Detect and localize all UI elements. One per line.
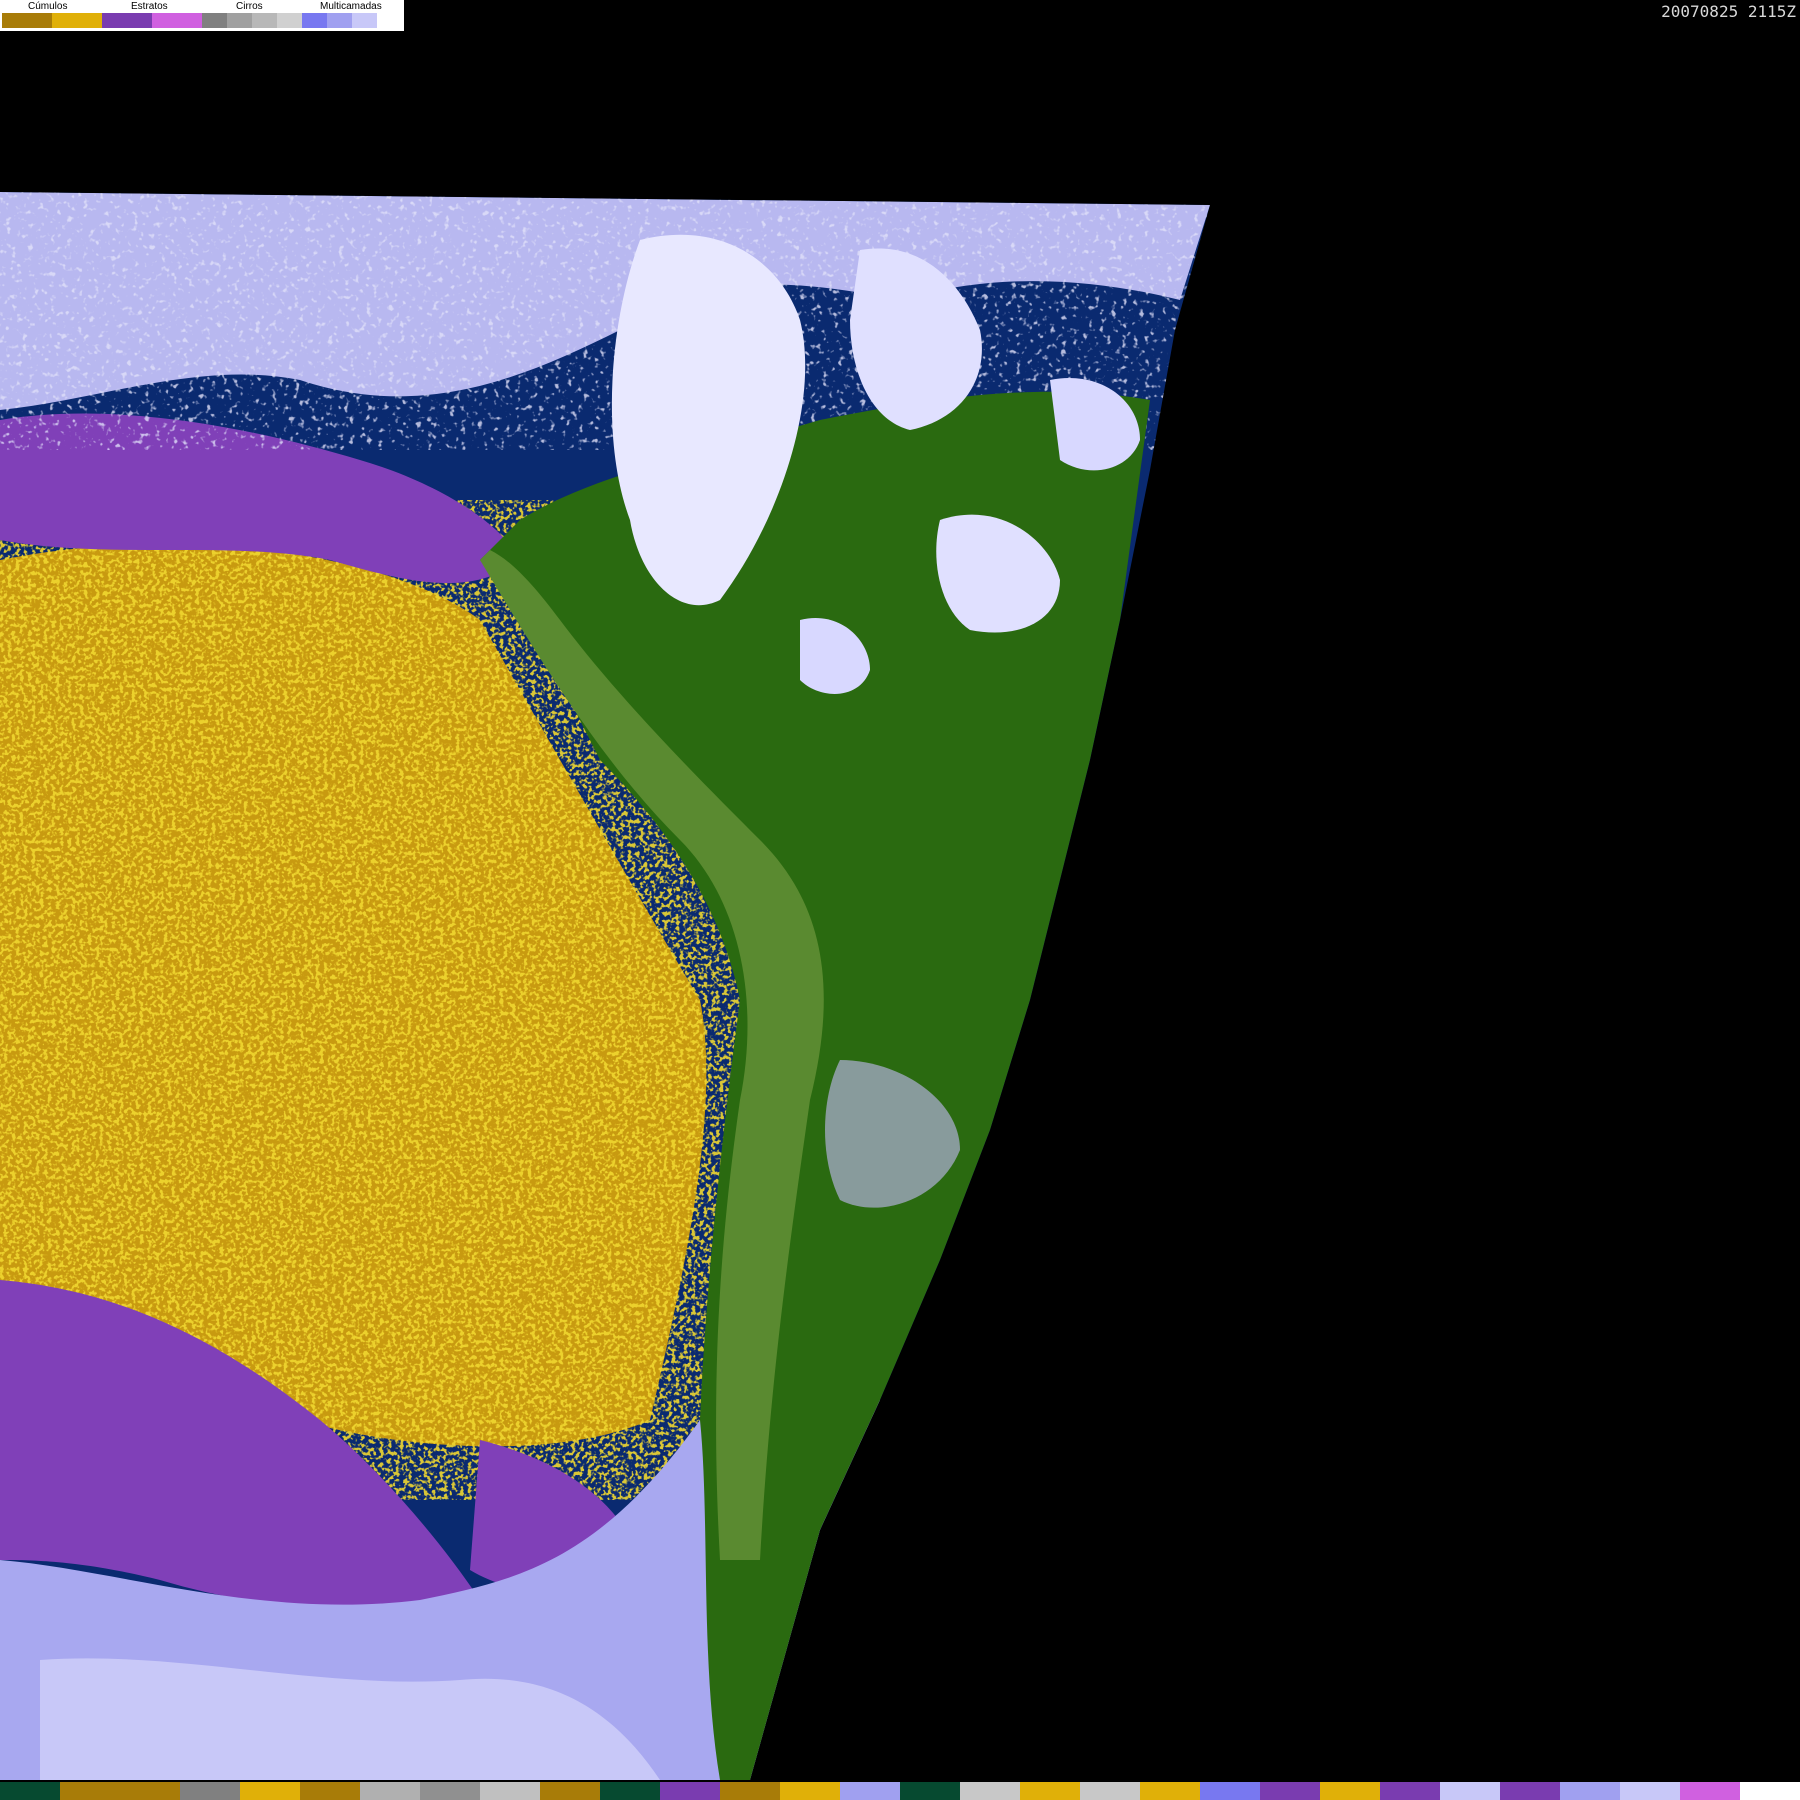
bottom-bar-swatch xyxy=(1440,1782,1500,1800)
legend-swatch xyxy=(202,13,227,28)
legend-swatch xyxy=(277,13,302,28)
cloud-type-legend: Cúmulos Estratos Cirros Multicamadas xyxy=(0,0,404,31)
bottom-bar-swatch xyxy=(1500,1782,1560,1800)
bottom-bar-swatch xyxy=(1380,1782,1440,1800)
bottom-bar-swatch xyxy=(960,1782,1020,1800)
bottom-bar-swatch xyxy=(720,1782,780,1800)
legend-swatch xyxy=(352,13,377,28)
legend-swatch xyxy=(177,13,202,28)
bottom-bar-swatch xyxy=(780,1782,840,1800)
bottom-bar-swatch xyxy=(1560,1782,1620,1800)
legend-swatch xyxy=(152,13,177,28)
legend-label-multicamadas: Multicamadas xyxy=(320,1,382,12)
bottom-bar-swatch xyxy=(840,1782,900,1800)
legend-swatch xyxy=(2,13,27,28)
legend-label-estratos: Estratos xyxy=(131,1,168,12)
image-timestamp: 20070825 2115Z xyxy=(1661,2,1796,21)
bottom-bar-swatch xyxy=(540,1782,600,1800)
bottom-bar-swatch xyxy=(1680,1782,1740,1800)
bottom-bar-swatch xyxy=(1140,1782,1200,1800)
bottom-bar-swatch xyxy=(120,1782,180,1800)
bottom-bar-swatch xyxy=(1320,1782,1380,1800)
legend-swatch xyxy=(77,13,102,28)
bottom-bar-swatch xyxy=(900,1782,960,1800)
legend-swatch xyxy=(52,13,77,28)
legend-swatch xyxy=(127,13,152,28)
bottom-bar-swatch xyxy=(480,1782,540,1800)
bottom-bar-swatch xyxy=(1200,1782,1260,1800)
bottom-bar-swatch xyxy=(1260,1782,1320,1800)
legend-swatch xyxy=(302,13,327,28)
bottom-bar-swatch xyxy=(1620,1782,1680,1800)
bottom-bar-swatch xyxy=(0,1782,60,1800)
bottom-bar-swatch xyxy=(240,1782,300,1800)
bottom-bar-swatch xyxy=(180,1782,240,1800)
legend-swatch xyxy=(252,13,277,28)
legend-swatch xyxy=(327,13,352,28)
legend-swatches xyxy=(2,13,402,28)
legend-swatch xyxy=(27,13,52,28)
legend-swatch xyxy=(377,13,402,28)
bottom-bar-swatch xyxy=(300,1782,360,1800)
legend-swatch xyxy=(227,13,252,28)
legend-label-cirros: Cirros xyxy=(236,1,263,12)
bottom-bar-swatch xyxy=(660,1782,720,1800)
satellite-cloud-map xyxy=(0,192,1210,1780)
legend-label-cumulos: Cúmulos xyxy=(28,1,68,12)
bottom-bar-swatch xyxy=(420,1782,480,1800)
bottom-bar-swatch xyxy=(600,1782,660,1800)
bottom-bar-swatch xyxy=(60,1782,120,1800)
bottom-bar-swatch xyxy=(360,1782,420,1800)
bottom-bar-swatch xyxy=(1740,1782,1800,1800)
bottom-bar-swatch xyxy=(1080,1782,1140,1800)
bottom-color-bar xyxy=(0,1782,1800,1800)
legend-swatch xyxy=(102,13,127,28)
bottom-bar-swatch xyxy=(1020,1782,1080,1800)
